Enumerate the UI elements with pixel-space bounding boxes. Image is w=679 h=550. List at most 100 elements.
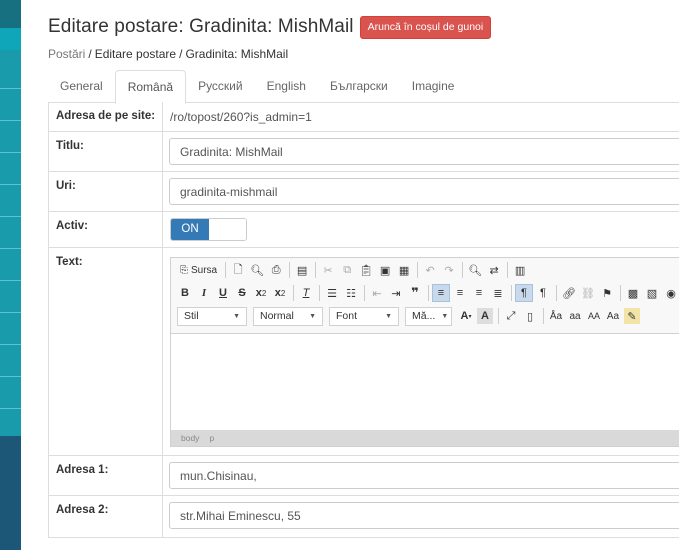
url-input[interactable]: gradinita-mishmail xyxy=(169,178,679,205)
align-right-icon[interactable]: ≡ xyxy=(471,285,487,301)
new-page-icon[interactable]: 🗋 xyxy=(230,262,246,278)
address2-cell: str.Mihai Eminescu, 55 xyxy=(163,496,679,537)
form-row-address2: Adresa 2: str.Mihai Eminescu, 55 xyxy=(48,496,679,538)
templates-icon[interactable]: ▤ xyxy=(294,262,310,278)
background-color-icon[interactable]: A xyxy=(477,308,493,324)
remove-format-icon[interactable]: T xyxy=(298,285,314,301)
toolbar-separator xyxy=(319,285,320,301)
bulleted-list-icon[interactable]: ☷ xyxy=(343,285,359,301)
underline-icon[interactable]: U xyxy=(215,285,231,301)
tab-bulgarian[interactable]: Български xyxy=(318,70,400,103)
redo-icon[interactable]: ↷ xyxy=(441,262,457,278)
select-all-icon[interactable]: ▥ xyxy=(512,262,528,278)
page-title: Editare postare: Gradinita: MishMail xyxy=(48,16,354,37)
spellcheck-icon[interactable]: ✎ xyxy=(624,308,640,324)
active-toggle[interactable]: ON xyxy=(170,218,247,241)
chevron-down-icon: ▼ xyxy=(441,312,449,320)
address2-input[interactable]: str.Mihai Eminescu, 55 xyxy=(169,502,679,529)
table-icon[interactable]: ◉ xyxy=(663,285,679,301)
preview-icon[interactable]: 🔍︎ xyxy=(249,262,265,278)
toolbar-separator xyxy=(462,262,464,278)
tab-english[interactable]: English xyxy=(255,70,318,103)
show-blocks-icon[interactable]: ▯ xyxy=(522,308,538,324)
unlink-icon[interactable]: ⛓ xyxy=(580,285,596,301)
editor-element-path: body p xyxy=(171,430,679,446)
breadcrumb-item-edit: Editare postare xyxy=(94,47,177,61)
chevron-down-icon: ▼ xyxy=(309,312,316,320)
strikethrough-icon[interactable]: S xyxy=(234,285,250,301)
paste-word-icon[interactable]: ▦ xyxy=(396,262,412,278)
align-center-icon[interactable]: ≡ xyxy=(452,285,468,301)
outdent-icon[interactable]: ⇤ xyxy=(369,285,385,301)
form-row-address1: Adresa 1: mun.Chisinau, xyxy=(48,456,679,496)
blockquote-icon[interactable]: ❞ xyxy=(407,285,423,301)
align-justify-icon[interactable]: ≣ xyxy=(490,285,506,301)
toolbar-separator xyxy=(511,285,512,301)
paste-icon[interactable]: 📋︎ xyxy=(358,262,374,278)
maximize-icon[interactable]: ⤢ xyxy=(503,308,519,324)
sidebar-divider xyxy=(0,120,21,121)
sidebar-item[interactable] xyxy=(0,28,21,50)
path-item-body[interactable]: body xyxy=(181,433,199,443)
copy-icon[interactable]: ⧉ xyxy=(339,262,355,278)
numbered-list-icon[interactable]: ☰ xyxy=(324,285,340,301)
rtl-icon[interactable]: ¶ xyxy=(535,285,551,301)
site-address-cell: /ro/topost/260?is_admin=1 xyxy=(163,102,679,131)
indent-icon[interactable]: ⇥ xyxy=(388,285,404,301)
text-color-icon[interactable]: A ▾ xyxy=(458,308,474,324)
uppercase-icon[interactable]: AA xyxy=(586,308,602,324)
toolbar-separator xyxy=(289,262,291,278)
sidebar-segment xyxy=(0,0,21,28)
anchor-icon[interactable]: ⚑ xyxy=(599,285,615,301)
breadcrumb-separator: / xyxy=(88,47,92,61)
paste-text-icon[interactable]: ▣ xyxy=(377,262,393,278)
toggle-off-handle xyxy=(209,219,246,240)
tab-image[interactable]: Imagine xyxy=(400,70,467,103)
undo-icon[interactable]: ↶ xyxy=(422,262,438,278)
subscript-icon[interactable]: x2 xyxy=(253,285,269,301)
source-icon: ⎘ xyxy=(180,264,188,276)
font-select[interactable]: Font ▼ xyxy=(329,306,399,326)
tab-general[interactable]: General xyxy=(48,70,115,103)
breadcrumb-link-posts[interactable]: Postări xyxy=(48,47,85,61)
transform-text-icon[interactable]: Åa xyxy=(548,308,564,324)
title-cell: Gradinita: MishMail xyxy=(163,132,679,171)
path-item-p[interactable]: p xyxy=(209,433,214,443)
toolbar-separator xyxy=(498,308,499,324)
cut-icon[interactable]: ✂ xyxy=(320,262,336,278)
align-left-icon[interactable]: ≡ xyxy=(432,284,450,302)
toolbar-separator xyxy=(507,262,509,278)
bold-icon[interactable]: B xyxy=(177,285,193,301)
editor-content-area[interactable] xyxy=(171,333,679,433)
image-icon[interactable]: ▩ xyxy=(625,285,641,301)
capitalize-icon[interactable]: Aa xyxy=(605,308,621,324)
link-icon[interactable]: 🔗︎ xyxy=(561,285,577,301)
sidebar-divider xyxy=(0,88,21,89)
replace-icon[interactable]: ⇄ xyxy=(486,262,502,278)
flash-icon[interactable]: ▧ xyxy=(644,285,660,301)
address1-input[interactable]: mun.Chisinau, xyxy=(169,462,679,489)
source-button[interactable]: ⎘ Sursa xyxy=(177,262,220,278)
toolbar-separator xyxy=(315,262,317,278)
find-icon[interactable]: 🔍︎ xyxy=(467,262,483,278)
title-label: Titlu: xyxy=(48,132,163,171)
superscript-icon[interactable]: x2 xyxy=(272,285,288,301)
form-row-site-address: Adresa de pe site: /ro/topost/260?is_adm… xyxy=(48,102,679,132)
ltr-icon[interactable]: ¶ xyxy=(515,284,533,302)
sidebar xyxy=(0,0,21,550)
rich-text-editor: ⎘ Sursa 🗋 🔍︎ ⎙ ▤ ✂ ⧉ 📋︎ ▣ ▦ ↶ ↷ 🔍︎ ⇄ ▥ B… xyxy=(170,257,679,447)
tab-russian[interactable]: Русский xyxy=(186,70,255,103)
size-select[interactable]: Mă... ▼ xyxy=(405,306,452,326)
title-input[interactable]: Gradinita: MishMail xyxy=(169,138,679,165)
trash-button[interactable]: Aruncă în coșul de gunoi xyxy=(359,15,492,39)
style-select[interactable]: Stil ▼ xyxy=(177,306,247,326)
toolbar-separator xyxy=(543,308,544,324)
print-icon[interactable]: ⎙ xyxy=(268,262,284,278)
sidebar-divider xyxy=(0,280,21,281)
italic-icon[interactable]: I xyxy=(196,285,212,301)
active-cell: ON xyxy=(163,212,679,247)
tab-romana[interactable]: Română xyxy=(114,70,187,104)
format-select[interactable]: Normal ▼ xyxy=(253,306,323,326)
toolbar-separator xyxy=(364,285,365,301)
lowercase-icon[interactable]: aa xyxy=(567,308,583,324)
